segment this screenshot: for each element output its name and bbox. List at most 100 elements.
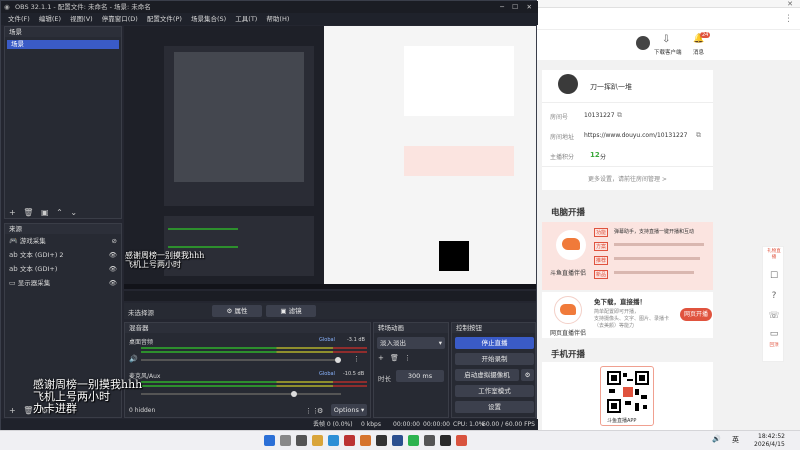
card-text: 简单配置即可开播，: [594, 309, 640, 315]
room-url-value[interactable]: https://www.douyu.com/10131227: [584, 132, 688, 139]
preview-canvas[interactable]: [124, 26, 536, 289]
filters-button[interactable]: ▣ 滤镜: [266, 305, 316, 317]
start-recording-button[interactable]: 开始录制: [455, 353, 534, 365]
messages-label[interactable]: 消息: [693, 48, 704, 56]
studio-mode-button[interactable]: 工作室模式: [455, 385, 534, 397]
menu-scene-collection[interactable]: 场景集合(S): [191, 13, 226, 25]
remove-icon[interactable]: 🗑: [23, 208, 33, 217]
pc-card-web[interactable]: 网页直播伴侣 免下载，直接播！ 简单配置即可开播， 支持摄像头、文字、图片、录播…: [542, 292, 713, 338]
copy-icon[interactable]: ⧉: [696, 131, 701, 140]
speaker-icon[interactable]: 🔊: [129, 355, 138, 363]
source-item[interactable]: ab 文本 (GDI+) 2 👁: [5, 248, 121, 262]
close-icon[interactable]: ✕: [787, 0, 793, 8]
menu-icon[interactable]: ⋮: [404, 354, 411, 362]
back-to-top-tool[interactable]: 回顶: [766, 343, 782, 359]
divider: [542, 102, 713, 103]
card-title: 免下载，直接播！: [594, 298, 646, 306]
down-icon[interactable]: ⌄: [70, 208, 77, 217]
visibility-icon[interactable]: 👁: [109, 262, 117, 276]
visibility-icon[interactable]: 👁: [109, 248, 117, 262]
gift-tool[interactable]: 礼物直播: [766, 249, 782, 265]
menu-docks[interactable]: 停靠窗口(D): [102, 13, 138, 25]
menu-help[interactable]: 帮助(H): [266, 13, 289, 25]
search-icon[interactable]: [280, 435, 291, 446]
source-label: 游戏采集: [19, 237, 46, 245]
app-icon[interactable]: [344, 435, 355, 446]
feedback-icon[interactable]: ▭: [767, 327, 781, 341]
volume-slider[interactable]: [141, 357, 341, 363]
gift-icon[interactable]: ☐: [767, 269, 781, 283]
source-item[interactable]: 🎮 游戏采集 ⊘: [5, 234, 121, 248]
obs-icon[interactable]: [440, 435, 451, 446]
add-icon[interactable]: +: [9, 208, 16, 217]
card-text: [614, 271, 694, 274]
service-icon[interactable]: ☏: [767, 309, 781, 323]
gear-icon[interactable]: ⚙: [521, 369, 534, 381]
volume-slider[interactable]: [141, 391, 341, 397]
more-settings-link[interactable]: 更多设置，请前往房间管理 >: [588, 174, 667, 183]
source-item[interactable]: ▭ 显示器采集 👁: [5, 276, 121, 290]
menu-icon[interactable]: ⋮: [784, 14, 793, 24]
properties-button[interactable]: ⚙ 属性: [212, 305, 262, 317]
clock-time: 18:42:52: [758, 433, 785, 440]
download-label[interactable]: 下载客户端: [654, 48, 682, 56]
scene-item[interactable]: 场景: [7, 40, 119, 49]
steam-icon[interactable]: [392, 435, 403, 446]
mixer-channel-mic: 麦克风/Aux Global -10.5 dB: [129, 371, 367, 401]
title-bar: OBS 32.1.1 - 配置文件: 未命名 - 场景: 未命名 ◉ ─ ☐ ✕: [1, 1, 538, 13]
source-item[interactable]: ab 文本 (GDI+) 👁: [5, 262, 121, 276]
start-icon[interactable]: [264, 435, 275, 446]
stop-stream-button[interactable]: 停止直播: [455, 337, 534, 349]
remove-icon[interactable]: 🗑: [390, 354, 399, 362]
minimize-icon[interactable]: ─: [500, 1, 504, 13]
game-capture-icon: 🎮: [9, 237, 18, 245]
lock-icon[interactable]: ⊘: [112, 234, 117, 248]
maximize-icon[interactable]: ☐: [512, 1, 518, 13]
download-icon[interactable]: ⇩: [662, 34, 670, 45]
app-icon[interactable]: [424, 435, 435, 446]
visibility-icon[interactable]: 👁: [109, 276, 117, 290]
volume-knob[interactable]: [335, 357, 341, 363]
wechat-icon[interactable]: [408, 435, 419, 446]
menu-tools[interactable]: 工具(T): [235, 13, 257, 25]
app-icon[interactable]: [360, 435, 371, 446]
assistant-label: 斗鱼直播伴侣: [550, 270, 587, 277]
ime-label[interactable]: 英: [732, 435, 739, 445]
menu-file[interactable]: 文件(F): [8, 13, 30, 25]
mobile-card: 斗鱼直播APP: [542, 362, 713, 430]
edge-icon[interactable]: [328, 435, 339, 446]
gear-icon[interactable]: ⚙: [317, 407, 323, 415]
avatar[interactable]: [636, 36, 650, 50]
duration-input[interactable]: 300 ms: [396, 370, 444, 382]
app-icon[interactable]: [376, 435, 387, 446]
remove-icon[interactable]: 🗑: [23, 406, 33, 415]
mixer-options-button[interactable]: Options ▾: [331, 404, 367, 416]
volume-knob[interactable]: [291, 391, 297, 397]
close-icon[interactable]: ✕: [527, 1, 532, 13]
virtual-camera-button[interactable]: 启动虚拟摄像机: [455, 369, 519, 381]
speaker-icon[interactable]: 🔊: [712, 435, 721, 443]
copy-icon[interactable]: ⧉: [617, 111, 622, 120]
app-icon[interactable]: [296, 435, 307, 446]
douyu-icon[interactable]: [456, 435, 467, 446]
folder-icon[interactable]: [312, 435, 323, 446]
pc-stream-title: 电脑开播: [551, 208, 586, 218]
menu-view[interactable]: 视图(V): [70, 13, 93, 25]
card-text: 支持摄像头、文字、图片、录播卡（去美颜）等能力: [594, 316, 670, 329]
channel-name: 桌面音频: [129, 339, 154, 346]
add-icon[interactable]: +: [378, 354, 384, 362]
up-icon[interactable]: ⌃: [56, 208, 63, 217]
filters-label: 滤镜: [288, 307, 302, 315]
transition-select[interactable]: 淡入淡出 ▾: [377, 337, 445, 349]
add-icon[interactable]: +: [9, 406, 16, 415]
properties-label: 属性: [234, 307, 248, 315]
pc-card-assistant[interactable]: 斗鱼直播伴侣 功能 方案 推荐 新品 弹幕助手，支持直播一键开播和互动: [542, 222, 713, 290]
filter-icon[interactable]: ▣: [41, 208, 49, 217]
settings-button[interactable]: 设置: [455, 401, 534, 413]
web-stream-button[interactable]: 网页开播: [680, 308, 712, 321]
menu-edit[interactable]: 编辑(E): [39, 13, 61, 25]
overlay-line: 办卡进群: [33, 402, 77, 415]
menu-profile[interactable]: 配置文件(P): [147, 13, 182, 25]
help-icon[interactable]: ?: [767, 289, 781, 303]
menu-icon[interactable]: ⋮: [353, 355, 360, 363]
